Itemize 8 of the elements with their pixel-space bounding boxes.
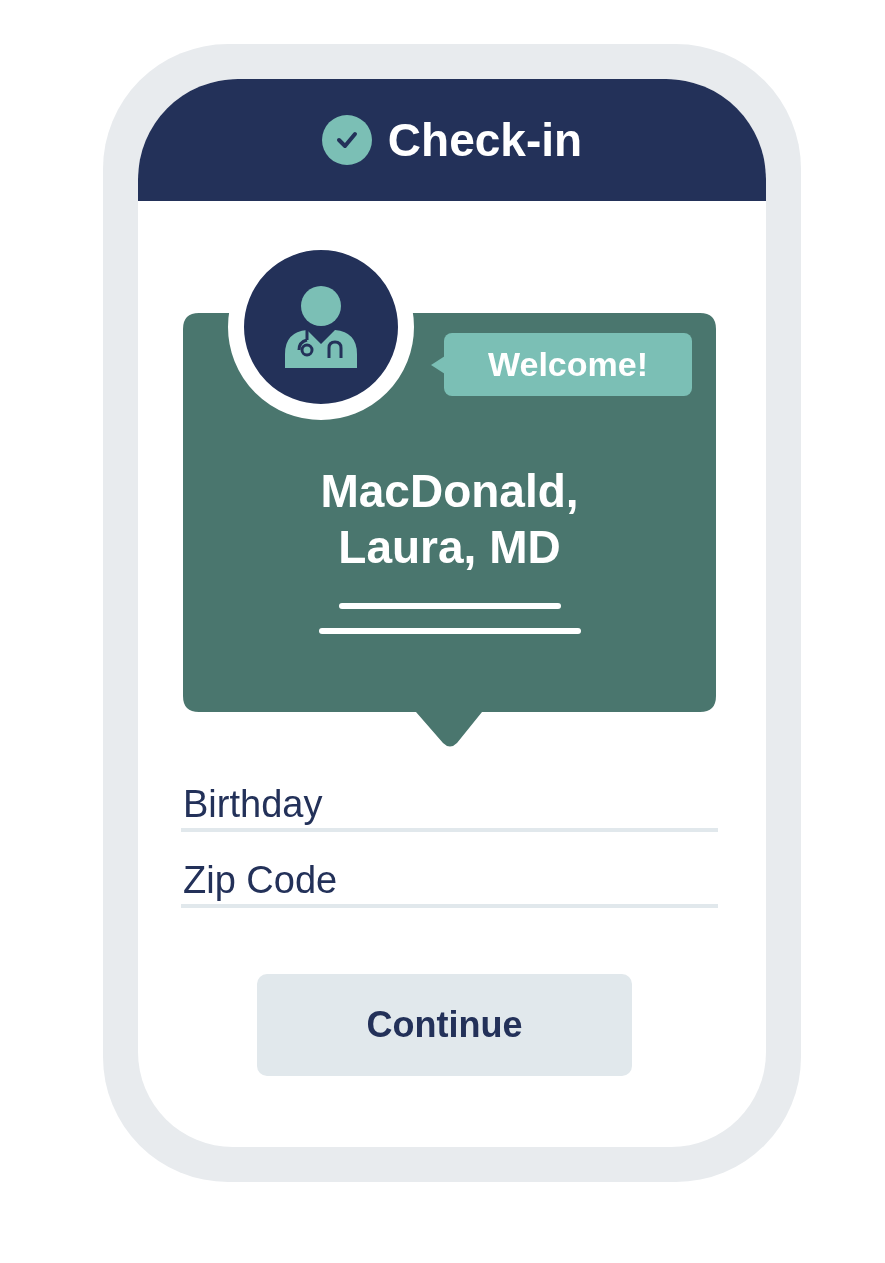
input-field[interactable]: Zip Code (181, 856, 718, 908)
welcome-badge: Welcome! (444, 333, 692, 396)
continue-button[interactable]: Continue (257, 974, 632, 1076)
doctor-name: MacDonald, Laura, MD (319, 464, 580, 575)
check-icon (321, 115, 372, 165)
doctor-icon (285, 286, 357, 368)
header-title: Check-in (387, 112, 583, 168)
input-field[interactable]: Birthday (181, 780, 718, 832)
